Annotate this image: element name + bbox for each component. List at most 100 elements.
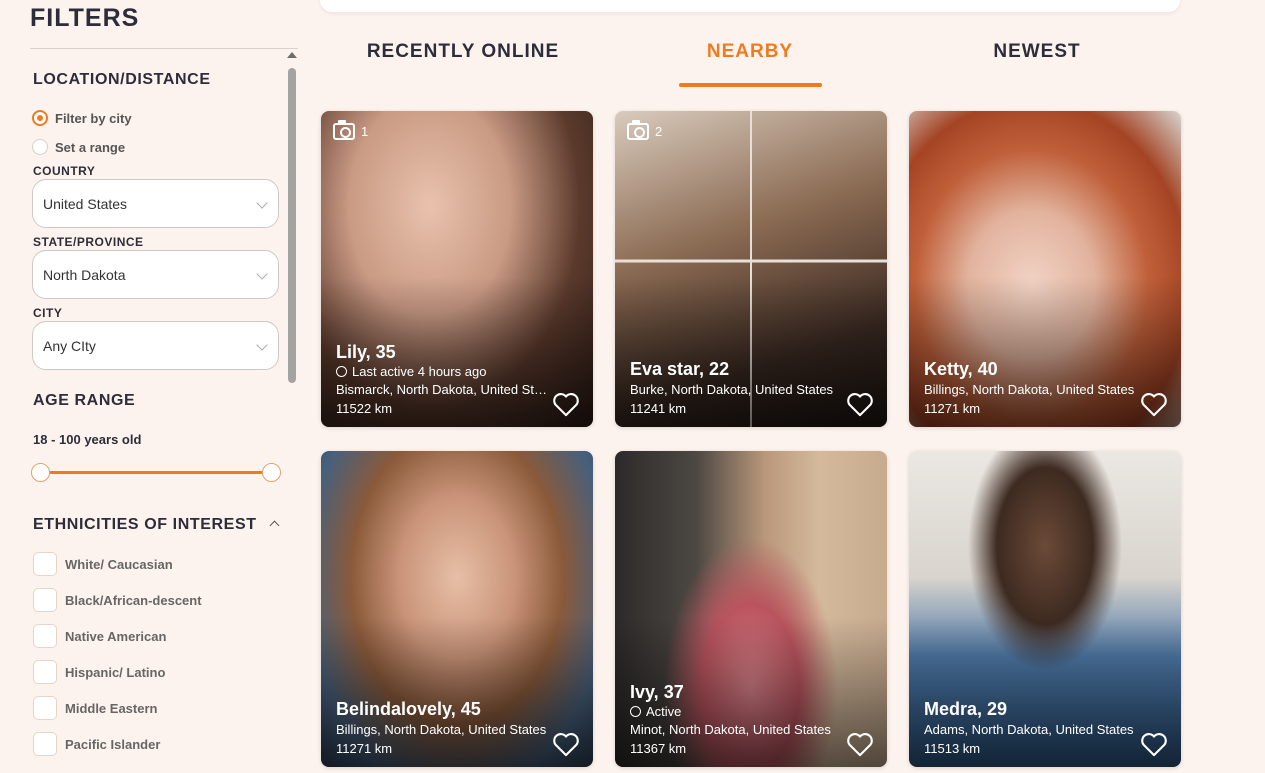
photo-count: 1 xyxy=(333,120,369,140)
chevron-down-icon xyxy=(256,339,268,351)
radio-label: Filter by city xyxy=(55,110,132,126)
filters-sidebar: FILTERS LOCATION/DISTANCE Filter by city… xyxy=(0,0,300,773)
chevron-down-icon xyxy=(256,268,268,280)
age-min-handle[interactable] xyxy=(31,463,50,482)
divider xyxy=(30,48,298,49)
profile-info: Lily, 35 Last active 4 hours ago Bismarc… xyxy=(336,341,581,418)
profile-location: Burke, North Dakota, United States xyxy=(630,382,834,397)
profile-info: Medra, 29 Adams, North Dakota, United St… xyxy=(924,698,1169,758)
state-value: North Dakota xyxy=(43,266,126,283)
profile-distance: 11367 km xyxy=(630,741,687,756)
ethnicity-option[interactable]: Native American xyxy=(33,624,166,648)
profile-card[interactable]: Ketty, 40 Billings, North Dakota, United… xyxy=(909,111,1181,427)
tab-recently-online[interactable]: RECENTLY ONLINE xyxy=(313,41,613,63)
camera-icon xyxy=(627,120,649,140)
radio-selected-icon xyxy=(32,110,48,126)
checkbox[interactable] xyxy=(33,660,57,684)
ethnicity-option[interactable]: Black/African-descent xyxy=(33,588,202,612)
city-select[interactable]: Any CIty xyxy=(32,321,279,370)
profile-info: Belindalovely, 45 Billings, North Dakota… xyxy=(336,698,581,758)
city-value: Any CIty xyxy=(43,337,96,354)
profile-distance: 11522 km xyxy=(336,401,393,416)
status-circle-icon xyxy=(336,366,347,377)
photo-count-value: 2 xyxy=(655,124,663,139)
country-select[interactable]: United States xyxy=(32,179,279,228)
profile-location: Billings, North Dakota, United States xyxy=(336,722,547,737)
ethnicity-label: Hispanic/ Latino xyxy=(65,664,166,680)
ethnicity-option[interactable]: Middle Eastern xyxy=(33,696,157,720)
profile-distance: 11513 km xyxy=(924,741,981,756)
checkbox[interactable] xyxy=(33,552,57,576)
profile-info: Eva star, 22 Burke, North Dakota, United… xyxy=(630,358,875,418)
tab-newest[interactable]: NEWEST xyxy=(887,41,1187,63)
checkbox[interactable] xyxy=(33,588,57,612)
checkbox[interactable] xyxy=(33,696,57,720)
profile-card[interactable]: 1 Lily, 35 Last active 4 hours ago Bisma… xyxy=(321,111,593,427)
city-label: CITY xyxy=(33,306,63,320)
country-value: United States xyxy=(43,195,128,212)
checkbox[interactable] xyxy=(33,732,57,756)
sidebar-scrollbar[interactable] xyxy=(286,52,298,772)
location-section-title: LOCATION/DISTANCE xyxy=(33,71,211,88)
profile-card[interactable]: Belindalovely, 45 Billings, North Dakota… xyxy=(321,451,593,767)
age-section-title: AGE RANGE xyxy=(33,392,136,409)
active-tab-indicator xyxy=(679,83,822,87)
tab-nearby[interactable]: NEARBY xyxy=(600,41,900,63)
profile-card[interactable]: Medra, 29 Adams, North Dakota, United St… xyxy=(909,451,1181,767)
set-range-radio[interactable]: Set a range xyxy=(32,139,125,155)
status-circle-icon xyxy=(630,706,641,717)
profile-info: Ketty, 40 Billings, North Dakota, United… xyxy=(924,358,1169,418)
profile-card[interactable]: 2 Eva star, 22 Burke, North Dakota, Unit… xyxy=(615,111,887,427)
profile-location: Bismarck, North Dakota, United States xyxy=(336,382,548,397)
status-text: Active xyxy=(646,704,682,719)
heart-icon[interactable] xyxy=(846,391,874,417)
ethnicity-label: Native American xyxy=(65,628,167,644)
checkbox[interactable] xyxy=(33,624,57,648)
ethnicity-label: Middle Eastern xyxy=(65,700,158,716)
camera-icon xyxy=(333,120,355,140)
radio-empty-icon xyxy=(32,139,48,155)
chevron-up-icon[interactable] xyxy=(269,520,280,531)
age-slider-track[interactable] xyxy=(40,471,272,474)
profile-name: Eva star, 22 xyxy=(630,359,730,379)
ethnicities-section-title: ETHNICITIES OF INTEREST xyxy=(33,516,257,533)
scroll-up-arrow-icon[interactable] xyxy=(287,52,297,58)
age-range-value: 18 - 100 years old xyxy=(33,432,142,447)
profile-distance: 11241 km xyxy=(630,401,687,416)
heart-icon[interactable] xyxy=(1140,731,1168,757)
profile-name: Ketty, 40 xyxy=(924,359,998,379)
heart-icon[interactable] xyxy=(1140,391,1168,417)
ethnicity-label: Black/African-descent xyxy=(65,592,202,608)
profile-location: Minot, North Dakota, United States xyxy=(630,722,831,737)
age-max-handle[interactable] xyxy=(262,463,281,482)
photo-count-value: 1 xyxy=(361,124,369,139)
ethnicity-option[interactable]: Pacific Islander xyxy=(33,732,160,756)
profile-location: Adams, North Dakota, United States xyxy=(924,722,1134,737)
status-text: Last active 4 hours ago xyxy=(352,364,487,379)
profile-distance: 11271 km xyxy=(336,741,393,756)
heart-icon[interactable] xyxy=(846,731,874,757)
ethnicity-label: Pacific Islander xyxy=(65,736,161,752)
profile-distance: 11271 km xyxy=(924,401,981,416)
chevron-down-icon xyxy=(256,197,268,209)
profile-name: Ivy, 37 xyxy=(630,682,684,702)
radio-label: Set a range xyxy=(55,139,126,155)
filters-title: FILTERS xyxy=(30,4,140,32)
heart-icon[interactable] xyxy=(552,731,580,757)
ethnicity-option[interactable]: Hispanic/ Latino xyxy=(33,660,165,684)
profile-name: Medra, 29 xyxy=(924,699,1008,719)
state-select[interactable]: North Dakota xyxy=(32,250,279,299)
profile-name: Belindalovely, 45 xyxy=(336,699,481,719)
activity-status: Last active 4 hours ago xyxy=(336,363,581,380)
scroll-thumb[interactable] xyxy=(288,68,296,383)
heart-icon[interactable] xyxy=(552,391,580,417)
profile-card[interactable]: Ivy, 37 Active Minot, North Dakota, Unit… xyxy=(615,451,887,767)
ethnicity-option[interactable]: White/ Caucasian xyxy=(33,552,173,576)
country-label: COUNTRY xyxy=(33,164,96,178)
state-label: STATE/PROVINCE xyxy=(33,235,144,249)
profile-info: Ivy, 37 Active Minot, North Dakota, Unit… xyxy=(630,681,875,758)
filter-by-city-radio[interactable]: Filter by city xyxy=(32,110,132,126)
search-bar-card xyxy=(320,0,1180,12)
activity-status: Active xyxy=(630,703,875,720)
photo-count: 2 xyxy=(627,120,663,140)
